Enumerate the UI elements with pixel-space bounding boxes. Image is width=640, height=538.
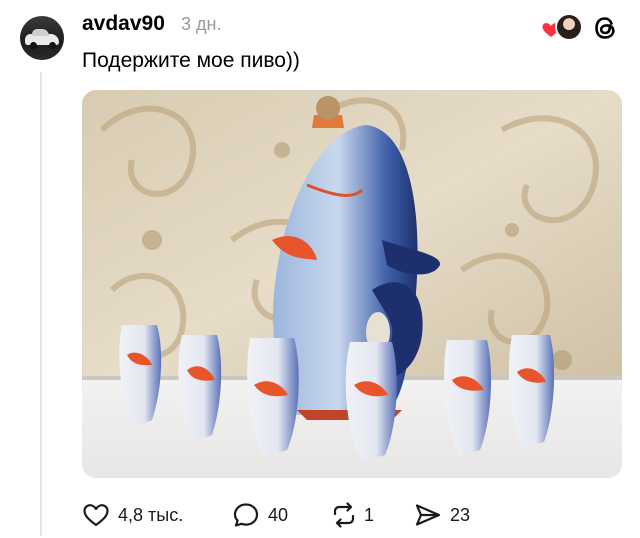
- repost-button[interactable]: 1: [330, 498, 380, 534]
- post-image[interactable]: [82, 90, 622, 478]
- paper-plane-icon: [415, 504, 441, 526]
- post-timestamp[interactable]: 3 дн.: [181, 14, 221, 35]
- share-button[interactable]: 23: [414, 498, 478, 534]
- heart-icon: [83, 504, 109, 527]
- threads-logo-icon[interactable]: [590, 13, 620, 43]
- repost-count: 1: [364, 505, 375, 525]
- reply-count: 40: [268, 505, 289, 525]
- post-photo: [82, 90, 622, 478]
- post-text: Подержите мое пиво)): [82, 49, 300, 72]
- speech-bubble-icon: [233, 503, 259, 527]
- thread-line: [40, 72, 42, 536]
- repost-icon: [333, 502, 355, 528]
- avatar-car-wheel: [30, 42, 37, 49]
- reactor-avatar[interactable]: [555, 13, 583, 41]
- author-username[interactable]: avdav90: [82, 12, 165, 36]
- author-avatar[interactable]: [20, 16, 64, 60]
- avatar-car-wheel: [49, 42, 56, 49]
- reply-button[interactable]: 40: [232, 498, 296, 534]
- share-count: 23: [450, 505, 471, 525]
- like-button[interactable]: 4,8 тыс.: [82, 498, 198, 534]
- like-count: 4,8 тыс.: [118, 505, 184, 525]
